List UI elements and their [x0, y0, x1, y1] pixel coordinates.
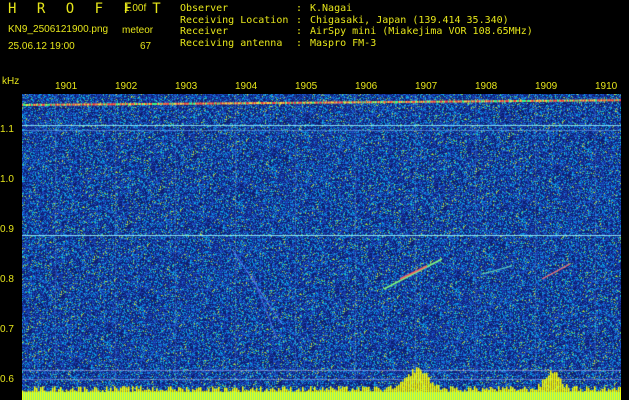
header-panel: H R O F F T 1.00f KN9_2506121900.png met…: [0, 0, 629, 74]
y-tick-label: 0.9: [0, 224, 14, 235]
info-colon: :: [296, 14, 303, 26]
y-unit-label: kHz: [2, 76, 20, 87]
x-tick-label: 1907: [415, 81, 438, 92]
info-key: Receiver: [180, 26, 229, 37]
x-tick-label: 1909: [535, 81, 558, 92]
info-value: K.Nagai: [310, 3, 353, 14]
info-row-observer: Observer: K.Nagai: [180, 3, 533, 15]
station-info: Observer: K.Nagai Receiving Location: Chig…: [180, 3, 533, 49]
x-tick-label: 1904: [235, 81, 258, 92]
y-tick-label: 1.1: [0, 124, 14, 135]
version-label: 1.00f: [124, 3, 147, 14]
y-tick-label: 0.8: [0, 274, 14, 285]
y-tick-label: 0.7: [0, 324, 14, 335]
spectrogram-canvas: [22, 94, 621, 400]
info-row-antenna: Receiving antenna: Maspro FM-3: [180, 38, 533, 50]
info-key: Observer: [180, 3, 229, 14]
info-key: Receiving antenna: [180, 37, 283, 49]
x-tick-label: 1905: [295, 81, 318, 92]
meteor-label: meteor: [122, 25, 154, 36]
x-tick-label: 1903: [175, 81, 198, 92]
x-tick-label: 1910: [595, 81, 618, 92]
info-colon: :: [296, 3, 303, 14]
info-colon: :: [296, 37, 303, 49]
x-tick-label: 1906: [355, 81, 378, 92]
x-tick-label: 1902: [115, 81, 138, 92]
info-row-location: Receiving Location: Chigasaki, Japan (139…: [180, 15, 533, 27]
info-row-receiver: Receiver: AirSpy mini (Miakejima VOR 108.…: [180, 26, 533, 38]
info-value: Chigasaki, Japan (139.414 35.340): [310, 14, 509, 26]
info-value: AirSpy mini (Miakejima VOR 108.65MHz): [310, 26, 533, 37]
info-colon: :: [296, 26, 303, 37]
datetime-label: 25.06.12 19:00: [8, 41, 75, 52]
x-tick-label: 1908: [475, 81, 498, 92]
y-tick-label: 0.6: [0, 374, 14, 385]
info-key: Receiving Location: [180, 14, 289, 26]
info-value: Maspro FM-3: [310, 37, 377, 49]
x-tick-label: 1901: [55, 81, 78, 92]
filename-label: KN9_2506121900.png: [8, 24, 109, 35]
y-tick-label: 1.0: [0, 174, 14, 185]
meteor-count: 67: [140, 41, 152, 52]
